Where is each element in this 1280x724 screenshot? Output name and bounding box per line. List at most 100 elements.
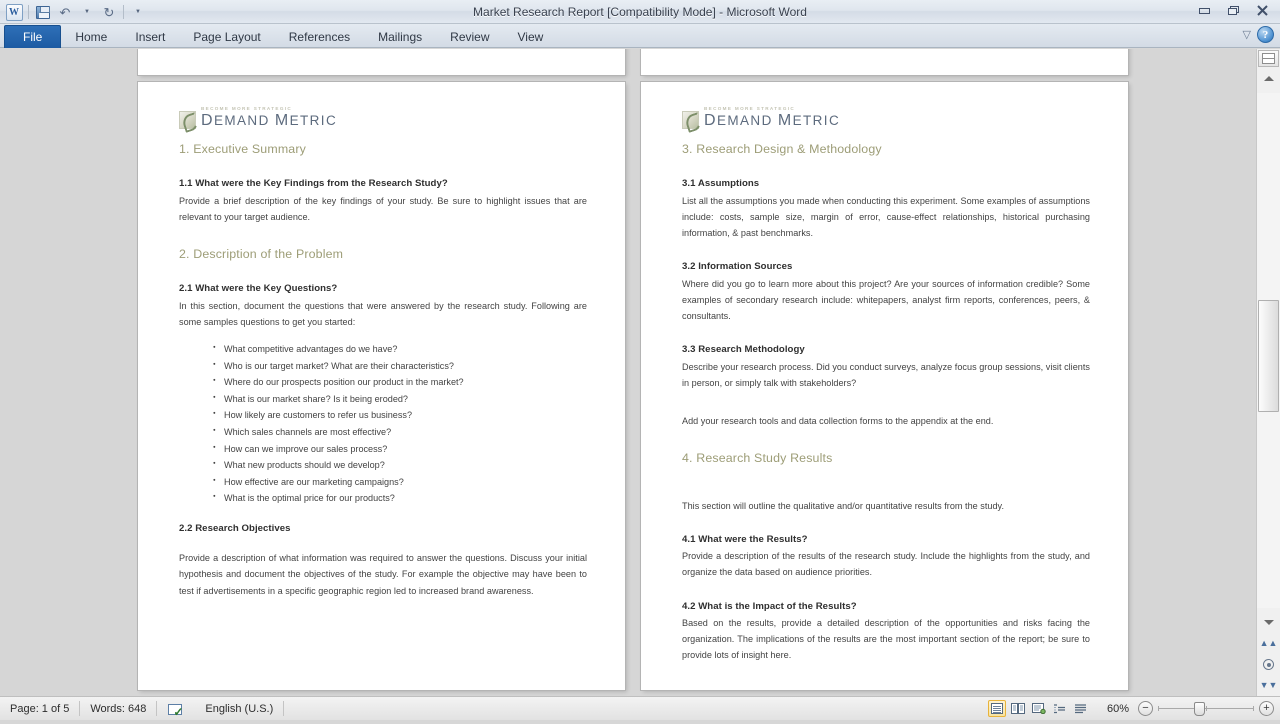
scroll-down-button[interactable] <box>1257 611 1280 633</box>
document-canvas[interactable]: BECOME MORE STRATEGIC DEMAND METRIC 1. E… <box>0 49 1256 696</box>
minimize-icon <box>1198 5 1211 16</box>
paragraph-4-1: Provide a description of the results of … <box>682 548 1090 580</box>
select-browse-object-button[interactable] <box>1257 654 1280 675</box>
restore-icon <box>1227 5 1240 16</box>
list-item: Who is our target market? What are their… <box>179 358 587 375</box>
status-bar: Page: 1 of 5 Words: 648 English (U.S.) <box>0 696 1280 720</box>
paragraph-results-intro: This section will outline the qualitativ… <box>682 498 1090 514</box>
split-window-glyph <box>1262 53 1275 64</box>
next-page-button[interactable]: ▼▼ <box>1257 675 1280 696</box>
previous-page-button[interactable]: ▲▲ <box>1257 633 1280 654</box>
zoom-tick-end <box>1253 706 1254 711</box>
tab-references[interactable]: References <box>275 26 364 48</box>
outline-view-button[interactable] <box>1051 700 1069 717</box>
zoom-slider-track[interactable] <box>1158 701 1254 716</box>
scrollbar-top-controls <box>1257 49 1280 89</box>
next-page-icon: ▼▼ <box>1260 681 1278 690</box>
demand-metric-logo-icon <box>179 111 196 129</box>
list-item: Where do our prospects position our prod… <box>179 374 587 391</box>
full-screen-reading-icon <box>1011 703 1025 714</box>
print-layout-icon <box>991 703 1003 714</box>
heading-executive-summary: 1. Executive Summary <box>179 142 587 158</box>
spacer <box>682 391 1090 413</box>
heading-3-3: 3.3 Research Methodology <box>682 344 1090 356</box>
split-window-icon[interactable] <box>1258 50 1279 67</box>
page-right-content: BECOME MORE STRATEGIC DEMAND METRIC 3. R… <box>682 107 1090 664</box>
tab-file[interactable]: File <box>4 25 61 48</box>
help-icon[interactable]: ? <box>1257 26 1274 43</box>
ribbon-tab-bar: File Home Insert Page Layout References … <box>0 24 1280 48</box>
demand-metric-logo: BECOME MORE STRATEGIC DEMAND METRIC <box>179 107 587 129</box>
tab-view[interactable]: View <box>504 26 558 48</box>
spacer <box>682 514 1090 534</box>
tab-page-layout[interactable]: Page Layout <box>179 26 274 48</box>
heading-3-2: 3.2 Information Sources <box>682 261 1090 273</box>
zoom-tick-mid <box>1206 706 1207 711</box>
web-layout-view-button[interactable] <box>1030 700 1048 717</box>
zoom-out-button[interactable]: − <box>1138 701 1153 716</box>
print-layout-view-button[interactable] <box>988 700 1006 717</box>
language-indicator[interactable]: English (U.S.) <box>195 697 283 721</box>
minimize-button[interactable] <box>1191 1 1218 20</box>
zoom-level[interactable]: 60% <box>1098 703 1138 715</box>
paragraph-3-2: Where did you go to learn more about thi… <box>682 276 1090 325</box>
spacer <box>682 168 1090 178</box>
scroll-up-button[interactable] <box>1257 67 1280 89</box>
ribbon-tabs: File Home Insert Page Layout References … <box>0 24 557 48</box>
spacer <box>682 581 1090 601</box>
page-indicator[interactable]: Page: 1 of 5 <box>0 697 79 721</box>
spacer <box>179 225 587 247</box>
logo-name: DEMAND METRIC <box>201 113 337 129</box>
collapse-ribbon-icon[interactable]: ▽ <box>1243 28 1251 41</box>
word-count[interactable]: Words: 648 <box>80 697 156 721</box>
scrollbar-thumb[interactable] <box>1258 300 1279 412</box>
paragraph-appendix-note: Add your research tools and data collect… <box>682 413 1090 429</box>
tab-home[interactable]: Home <box>61 26 121 48</box>
spell-check-icon <box>167 701 185 717</box>
view-buttons <box>988 700 1098 717</box>
spacer <box>682 324 1090 344</box>
heading-2-1: 2.1 What were the Key Questions? <box>179 283 587 295</box>
zoom-tick <box>1158 706 1159 711</box>
paragraph-3-1: List all the assumptions you made when c… <box>682 193 1090 242</box>
vertical-scrollbar[interactable]: ▲▲ ▼▼ <box>1256 49 1280 696</box>
scroll-up-icon <box>1264 76 1274 81</box>
tab-insert[interactable]: Insert <box>121 26 179 48</box>
paragraph-3-3: Describe your research process. Did you … <box>682 359 1090 391</box>
draft-view-icon <box>1074 703 1088 714</box>
page-left[interactable]: BECOME MORE STRATEGIC DEMAND METRIC 1. E… <box>138 82 625 690</box>
logo-tagline-right: BECOME MORE STRATEGIC <box>704 107 840 112</box>
scrollbar-track[interactable] <box>1257 93 1280 608</box>
page-right[interactable]: BECOME MORE STRATEGIC DEMAND METRIC 3. R… <box>641 82 1128 690</box>
scroll-down-icon <box>1264 620 1274 625</box>
spacer <box>682 429 1090 451</box>
spacer <box>682 478 1090 498</box>
status-divider-3 <box>283 701 284 716</box>
key-questions-list: What competitive advantages do we have? … <box>179 341 587 506</box>
tab-mailings[interactable]: Mailings <box>364 26 436 48</box>
list-item: How can we improve our sales process? <box>179 441 587 458</box>
proofing-status-button[interactable] <box>157 697 195 721</box>
zoom-in-button[interactable]: + <box>1259 701 1274 716</box>
heading-description-of-problem: 2. Description of the Problem <box>179 247 587 263</box>
tab-review[interactable]: Review <box>436 26 503 48</box>
ribbon-right-controls: ▽ ? <box>1243 26 1274 43</box>
demand-metric-logo-right: BECOME MORE STRATEGIC DEMAND METRIC <box>682 107 1090 129</box>
status-right-group: 60% − + <box>988 700 1280 717</box>
title-bar: W ↶ ▼ ↻ ▼ Market Research Report [Compat… <box>0 0 1280 24</box>
demand-metric-logo-icon-right <box>682 111 699 129</box>
close-button[interactable] <box>1249 1 1276 20</box>
full-screen-reading-view-button[interactable] <box>1009 700 1027 717</box>
heading-2-2: 2.2 Research Objectives <box>179 523 587 535</box>
web-layout-icon <box>1032 703 1046 714</box>
logo-tagline: BECOME MORE STRATEGIC <box>201 107 337 112</box>
draft-view-button[interactable] <box>1072 700 1090 717</box>
heading-research-study-results: 4. Research Study Results <box>682 451 1090 467</box>
paragraph-2-1: In this section, document the questions … <box>179 298 587 330</box>
zoom-slider-thumb[interactable] <box>1194 702 1205 716</box>
window-title: Market Research Report [Compatibility Mo… <box>0 0 1280 24</box>
paragraph-2-2: Provide a description of what informatio… <box>179 550 587 599</box>
spacer <box>179 537 587 550</box>
restore-button[interactable] <box>1220 1 1247 20</box>
list-item: What is our market share? Is it being er… <box>179 391 587 408</box>
